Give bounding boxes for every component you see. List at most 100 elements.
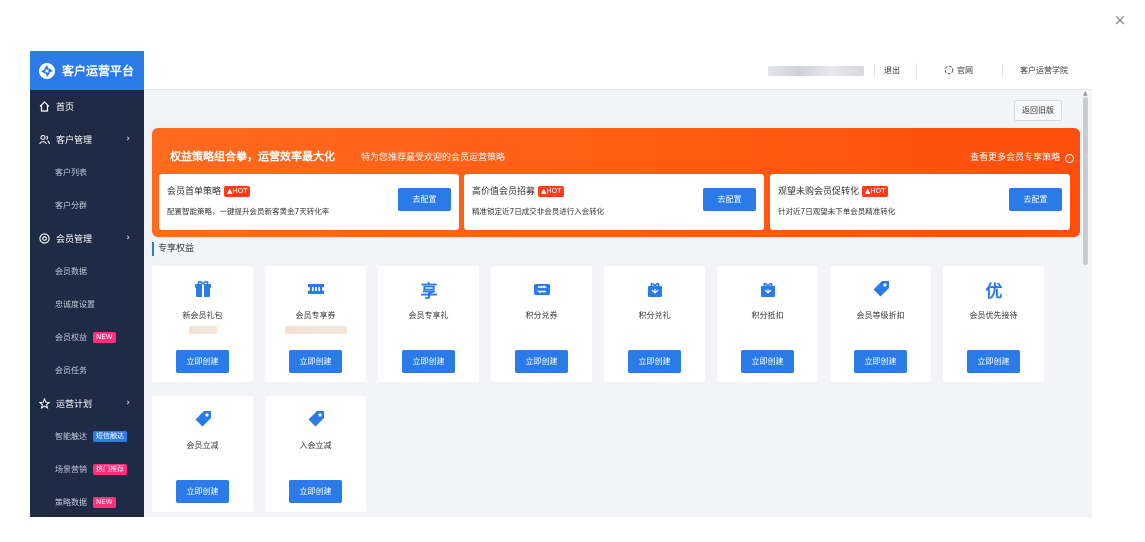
hot-badge: ▲HOT <box>538 186 565 197</box>
create-now-button[interactable]: 立即创建 <box>741 350 794 373</box>
sidebar-item-home[interactable]: 首页 <box>30 90 144 123</box>
create-now-button[interactable]: 立即创建 <box>289 350 342 373</box>
scroll-up-icon[interactable]: ▲ <box>1083 90 1088 97</box>
benefit-card-level-discount: 会员等级折扣 立即创建 <box>830 266 931 382</box>
chevron-right-icon: › <box>126 134 130 144</box>
tag-icon <box>870 278 892 300</box>
strategy-name-text: 观望未购会员促转化 <box>778 187 860 197</box>
hot-label: HOT <box>232 187 248 195</box>
sidebar-item-label: 忠诚度设置 <box>55 300 95 309</box>
sidebar-item-customer-list[interactable]: 客户列表 <box>30 156 144 189</box>
sidebar-item-label: 客户分群 <box>55 201 87 210</box>
sidebar-item-label: 会员权益 <box>55 333 87 342</box>
benefit-label: 积分兑券 <box>525 311 558 320</box>
strategy-card: 高价值会员招募 ▲HOT 精准锁定近7日成交非会员进行入会转化 去配置 <box>464 174 764 230</box>
divider <box>916 63 917 78</box>
benefit-card-member-reduction: 会员立减 立即创建 <box>152 396 253 512</box>
priority-icon: 优 <box>983 278 1005 302</box>
benefit-card-member-coupon: 会员专享券 立即创建 <box>265 266 366 382</box>
sidebar-item-operation-plan[interactable]: 运营计划 › <box>30 387 144 420</box>
sidebar: 客户运营平台 首页 客户管理 › 客户列表 客户分群 会员管理 › 会员数据 忠… <box>30 51 144 517</box>
strategy-card: 观望未购会员促转化 ▲HOT 针对近7日观望未下单会员精准转化 去配置 <box>770 174 1070 230</box>
view-more-strategies-link[interactable]: 查看更多会员专享策略 › <box>970 150 1074 163</box>
sidebar-item-label: 首页 <box>56 103 75 113</box>
enjoy-icon: 享 <box>418 278 440 302</box>
benefit-label: 会员等级折扣 <box>856 311 905 320</box>
star-icon <box>38 398 50 410</box>
benefit-card-points-deduct: 积分抵扣 立即创建 <box>717 266 818 382</box>
hot-badge: ▲HOT <box>862 186 889 197</box>
create-now-button[interactable]: 立即创建 <box>176 480 229 503</box>
strategy-name: 高价值会员招募 ▲HOT <box>472 184 565 197</box>
ticket-icon <box>305 278 327 300</box>
sidebar-item-customer-management[interactable]: 客户管理 › <box>30 123 144 156</box>
create-now-button[interactable]: 立即创建 <box>402 350 455 373</box>
benefit-card-points-gift: 积分兑礼 立即创建 <box>604 266 705 382</box>
strategy-desc: 针对近7日观望未下单会员精准转化 <box>778 207 896 216</box>
section-title: 专享权益 <box>152 242 194 256</box>
enjoy-glyph: 享 <box>420 281 438 302</box>
sidebar-item-member-data[interactable]: 会员数据 <box>30 255 144 288</box>
blurred-stat <box>189 326 217 334</box>
user-account-blurred <box>768 66 864 76</box>
banner-title: 权益策略组合拳，运营效率最大化 <box>170 150 335 163</box>
logout-link[interactable]: 退出 <box>884 64 900 78</box>
hot-badge: ▲HOT <box>224 186 251 197</box>
hot-recommend-badge: 热门推荐 <box>93 464 127 475</box>
configure-button[interactable]: 去配置 <box>703 188 756 211</box>
official-site-icon <box>944 65 954 80</box>
brand-title: 客户运营平台 <box>62 64 135 78</box>
sidebar-item-label: 智能触达 <box>55 432 87 441</box>
sidebar-item-smart-reach[interactable]: 智能触达 短信触达 <box>30 420 144 453</box>
top-bar: 退出 官网 客户运营学院 <box>144 51 1092 90</box>
create-now-button[interactable]: 立即创建 <box>515 350 568 373</box>
chevron-right-icon: › <box>126 233 130 243</box>
sidebar-item-member-benefits[interactable]: 会员权益 NEW <box>30 321 144 354</box>
sidebar-item-label: 客户管理 <box>56 136 93 146</box>
new-badge: NEW <box>93 497 116 508</box>
divider <box>874 63 875 78</box>
official-site-link[interactable]: 官网 <box>944 64 973 78</box>
create-now-button[interactable]: 立即创建 <box>854 350 907 373</box>
sidebar-item-label: 会员管理 <box>56 235 93 245</box>
create-now-button[interactable]: 立即创建 <box>967 350 1020 373</box>
brand-logo-icon <box>38 62 56 80</box>
benefit-card-points-coupon: 积分兑券 立即创建 <box>491 266 592 382</box>
users-icon <box>38 134 50 146</box>
home-icon <box>38 101 50 113</box>
benefit-label: 新会员礼包 <box>182 311 223 320</box>
sidebar-item-label: 运营计划 <box>56 400 93 410</box>
sidebar-item-loyalty-settings[interactable]: 忠诚度设置 <box>30 288 144 321</box>
scrollbar-thumb[interactable] <box>1083 97 1088 265</box>
sidebar-item-label: 客户列表 <box>55 168 87 177</box>
back-to-old-version-button[interactable]: 返回旧版 <box>1014 100 1062 121</box>
sidebar-item-scene-marketing[interactable]: 场景营销 热门推荐 <box>30 453 144 486</box>
benefit-card-new-member-gift: 新会员礼包 立即创建 <box>152 266 253 382</box>
tag-icon <box>192 408 214 430</box>
strategy-name-text: 高价值会员招募 <box>472 187 536 197</box>
strategy-desc: 精准锁定近7日成交非会员进行入会转化 <box>472 207 605 216</box>
benefit-label: 积分抵扣 <box>751 311 784 320</box>
create-now-button[interactable]: 立即创建 <box>628 350 681 373</box>
official-site-label: 官网 <box>957 66 973 75</box>
sms-badge: 短信触达 <box>93 431 127 442</box>
sidebar-item-member-management[interactable]: 会员管理 › <box>30 222 144 255</box>
create-now-button[interactable]: 立即创建 <box>176 350 229 373</box>
close-icon[interactable]: × <box>1112 12 1128 28</box>
benefit-label: 入会立减 <box>299 441 332 450</box>
new-badge: NEW <box>93 332 116 343</box>
academy-link[interactable]: 客户运营学院 <box>1020 64 1068 78</box>
benefit-label: 积分兑礼 <box>638 311 671 320</box>
sidebar-item-member-tasks[interactable]: 会员任务 <box>30 354 144 387</box>
sidebar-item-strategy-data[interactable]: 策略数据 NEW <box>30 486 144 517</box>
chevron-right-icon: › <box>126 398 130 408</box>
create-now-button[interactable]: 立即创建 <box>289 480 342 503</box>
divider <box>1002 63 1003 78</box>
brand[interactable]: 客户运营平台 <box>30 51 144 90</box>
configure-button[interactable]: 去配置 <box>398 188 451 211</box>
configure-button[interactable]: 去配置 <box>1009 188 1062 211</box>
sidebar-item-label: 策略数据 <box>55 498 87 507</box>
view-more-label: 查看更多会员专享策略 <box>970 153 1061 163</box>
sidebar-item-customer-segments[interactable]: 客户分群 <box>30 189 144 222</box>
gift-icon <box>192 278 214 300</box>
